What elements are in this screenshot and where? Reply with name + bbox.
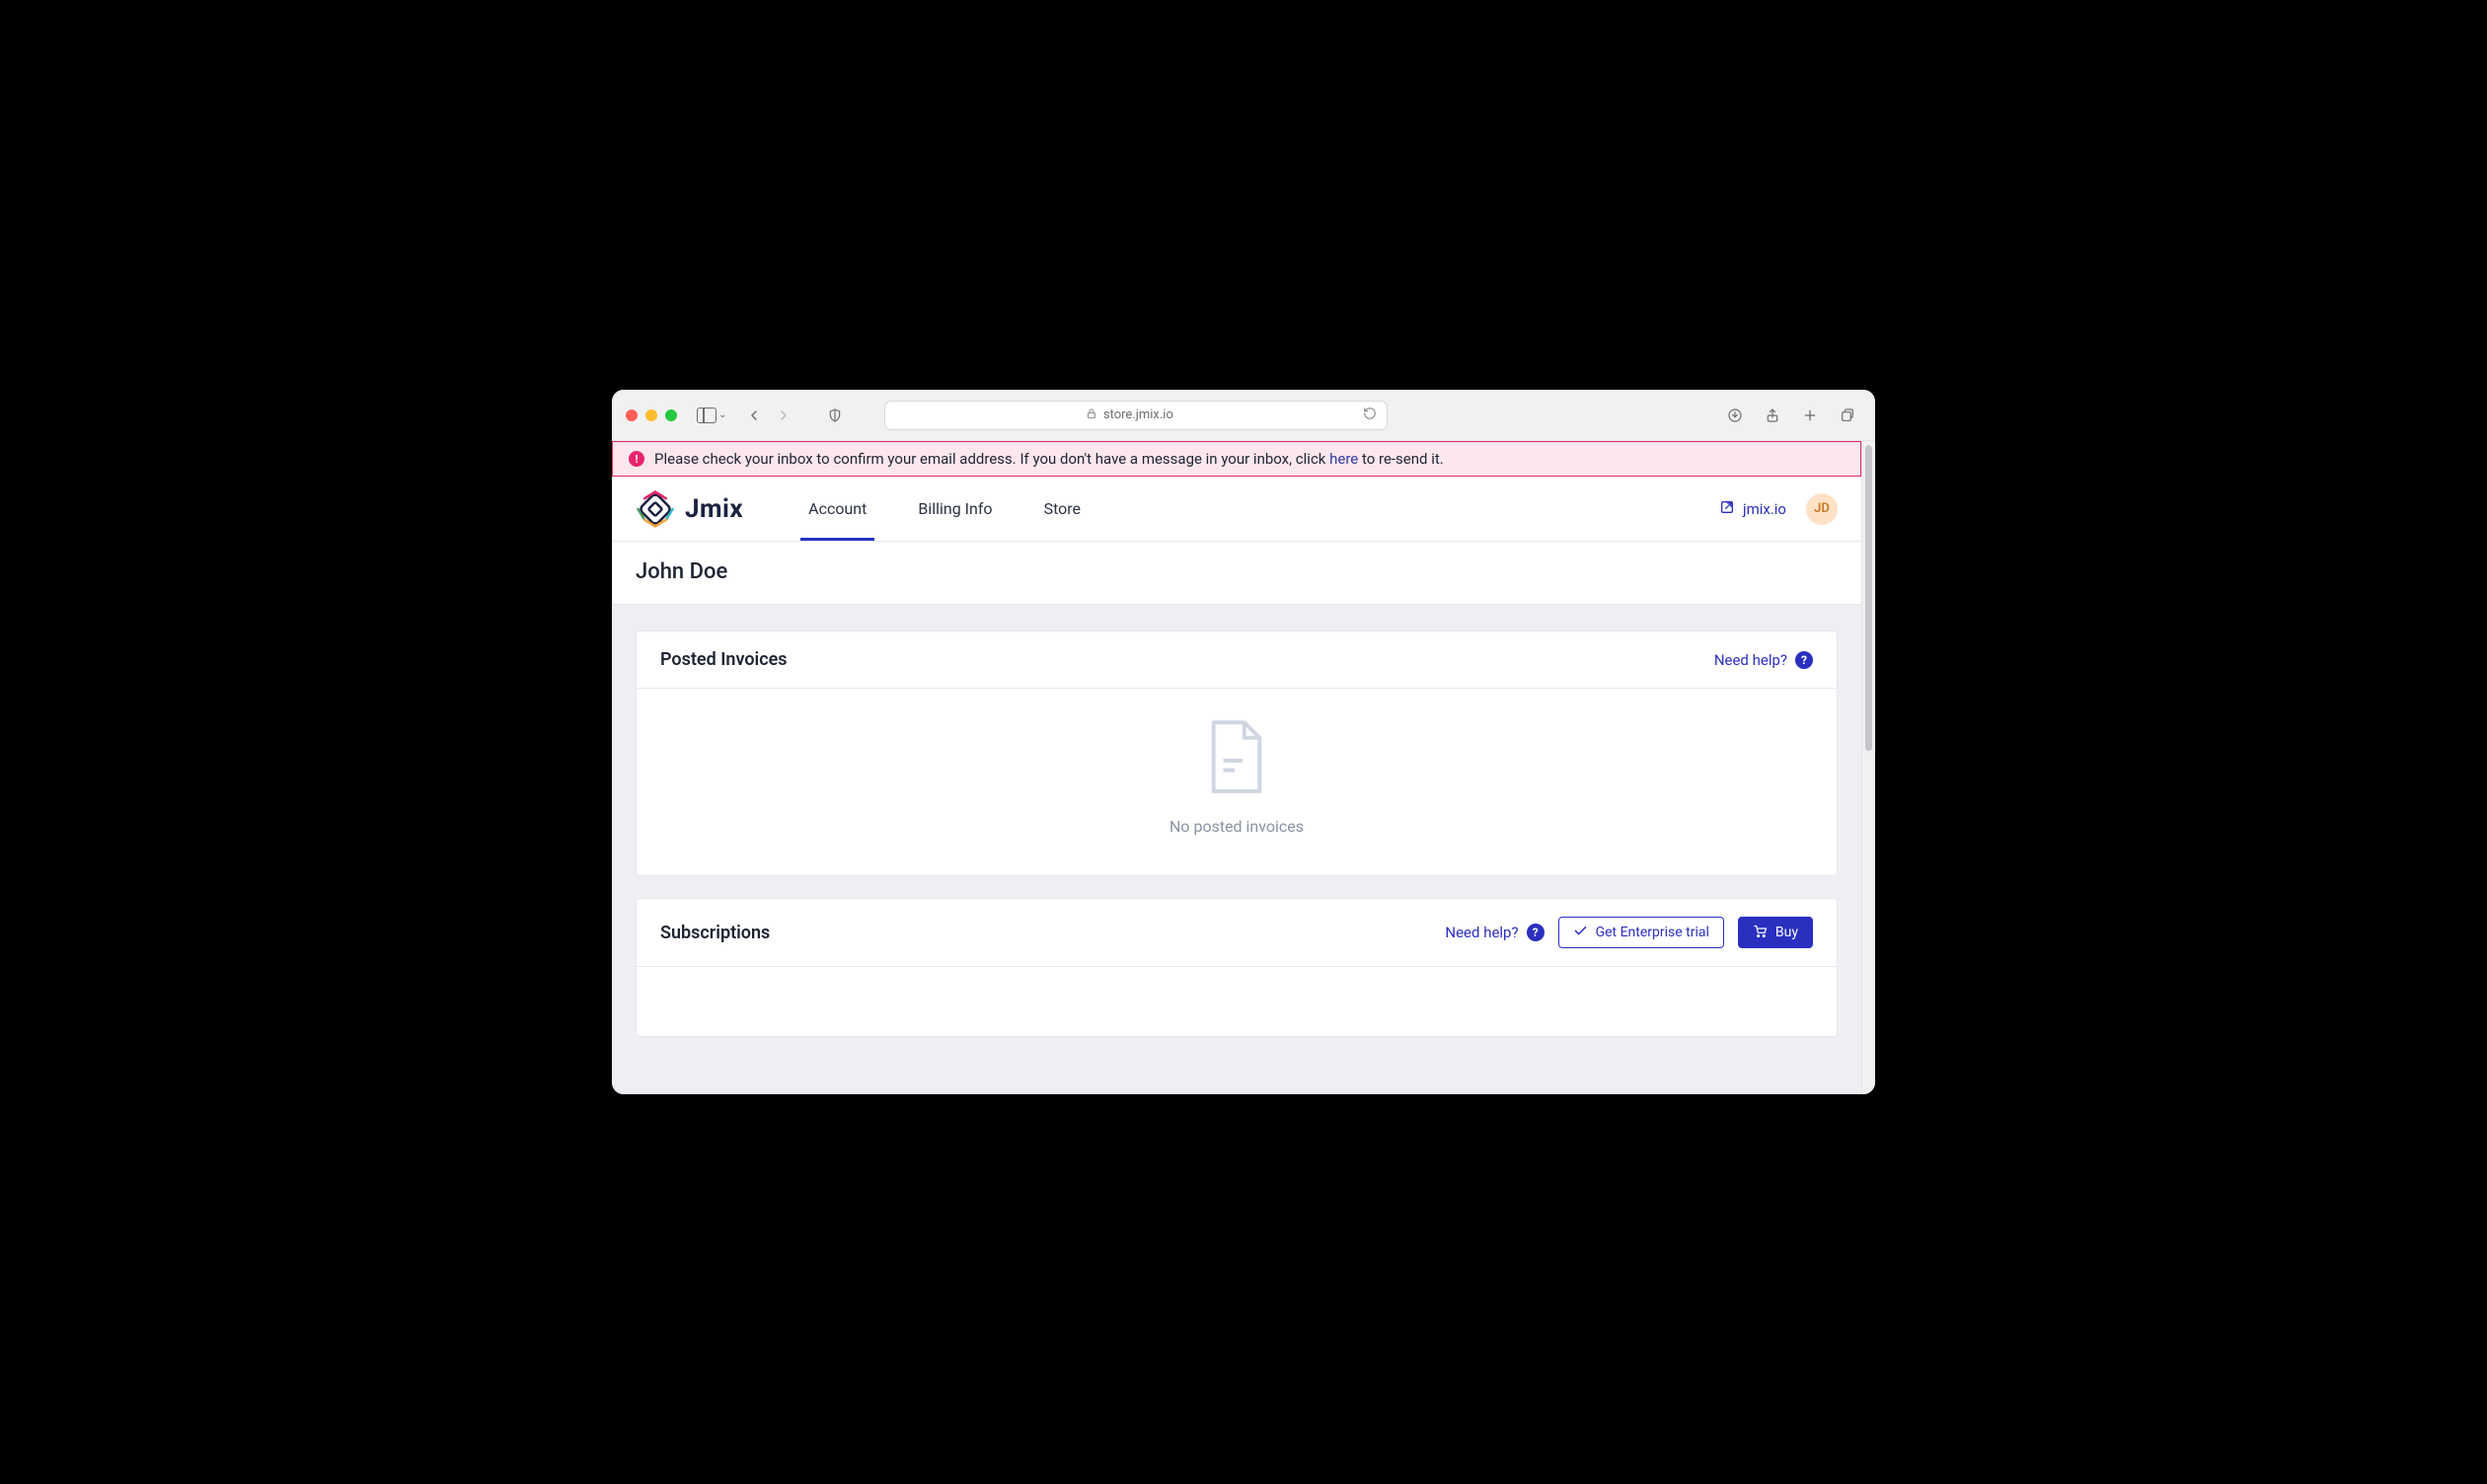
help-icon: ? bbox=[1795, 651, 1813, 669]
help-label: Need help? bbox=[1445, 924, 1518, 941]
page-title-strip: John Doe bbox=[612, 542, 1861, 605]
subscriptions-help-link[interactable]: Need help? ? bbox=[1445, 924, 1544, 941]
external-site-link[interactable]: jmix.io bbox=[1719, 499, 1786, 519]
help-label: Need help? bbox=[1714, 651, 1787, 669]
app-header: Jmix Account Billing Info Store jmix.io bbox=[612, 477, 1861, 542]
external-link-label: jmix.io bbox=[1743, 500, 1786, 518]
invoices-empty-text: No posted invoices bbox=[1169, 817, 1304, 836]
user-avatar[interactable]: JD bbox=[1806, 493, 1838, 525]
alert-text-after: to re-send it. bbox=[1358, 450, 1443, 468]
main-tabs: Account Billing Info Store bbox=[783, 477, 1106, 541]
share-button[interactable] bbox=[1759, 402, 1786, 429]
check-icon bbox=[1573, 924, 1588, 942]
document-icon bbox=[1206, 718, 1267, 799]
logo-text: Jmix bbox=[685, 494, 743, 524]
email-confirm-alert: Please check your inbox to confirm your … bbox=[612, 441, 1861, 477]
cart-icon bbox=[1753, 924, 1768, 942]
new-tab-button[interactable] bbox=[1796, 402, 1824, 429]
buy-button-label: Buy bbox=[1775, 925, 1798, 940]
scrollbar-thumb[interactable] bbox=[1865, 445, 1872, 751]
downloads-button[interactable] bbox=[1721, 402, 1749, 429]
window-zoom-button[interactable] bbox=[665, 409, 677, 421]
alert-icon bbox=[629, 451, 644, 467]
invoices-help-link[interactable]: Need help? ? bbox=[1714, 651, 1813, 669]
buy-button[interactable]: Buy bbox=[1738, 917, 1813, 948]
privacy-shield-button[interactable] bbox=[821, 402, 849, 429]
sidebar-toggle-button[interactable]: ⌄ bbox=[697, 408, 726, 423]
tab-account[interactable]: Account bbox=[783, 477, 892, 541]
main-area: Posted Invoices Need help? ? bbox=[612, 605, 1861, 1094]
browser-window: ⌄ sto bbox=[612, 390, 1875, 1094]
nav-forward-button[interactable] bbox=[770, 402, 797, 429]
logo-icon bbox=[636, 489, 675, 529]
alert-text-before: Please check your inbox to confirm your … bbox=[654, 450, 1329, 468]
trial-button-label: Get Enterprise trial bbox=[1596, 925, 1709, 940]
get-enterprise-trial-button[interactable]: Get Enterprise trial bbox=[1558, 917, 1724, 948]
alert-message: Please check your inbox to confirm your … bbox=[654, 450, 1444, 468]
tab-overview-button[interactable] bbox=[1834, 402, 1861, 429]
tab-store[interactable]: Store bbox=[1018, 477, 1106, 541]
external-link-icon bbox=[1719, 499, 1735, 519]
tab-billing-info[interactable]: Billing Info bbox=[892, 477, 1017, 541]
invoices-empty-state: No posted invoices bbox=[660, 718, 1813, 836]
address-bar[interactable]: store.jmix.io bbox=[884, 401, 1388, 430]
page-title: John Doe bbox=[636, 559, 1838, 584]
nav-back-button[interactable] bbox=[740, 402, 768, 429]
subscriptions-card: Subscriptions Need help? ? bbox=[636, 898, 1838, 1037]
logo[interactable]: Jmix bbox=[636, 477, 743, 541]
invoices-title: Posted Invoices bbox=[660, 649, 788, 670]
window-minimize-button[interactable] bbox=[645, 409, 657, 421]
vertical-scrollbar[interactable] bbox=[1861, 441, 1875, 1094]
resend-email-link[interactable]: here bbox=[1329, 450, 1358, 468]
window-controls bbox=[626, 409, 677, 421]
subscriptions-title: Subscriptions bbox=[660, 923, 770, 943]
url-text: store.jmix.io bbox=[1103, 408, 1173, 422]
browser-toolbar: ⌄ sto bbox=[612, 390, 1875, 441]
lock-icon bbox=[1086, 408, 1097, 423]
reload-button[interactable] bbox=[1363, 407, 1377, 424]
help-icon: ? bbox=[1527, 924, 1545, 941]
invoices-card: Posted Invoices Need help? ? bbox=[636, 631, 1838, 876]
window-close-button[interactable] bbox=[626, 409, 638, 421]
